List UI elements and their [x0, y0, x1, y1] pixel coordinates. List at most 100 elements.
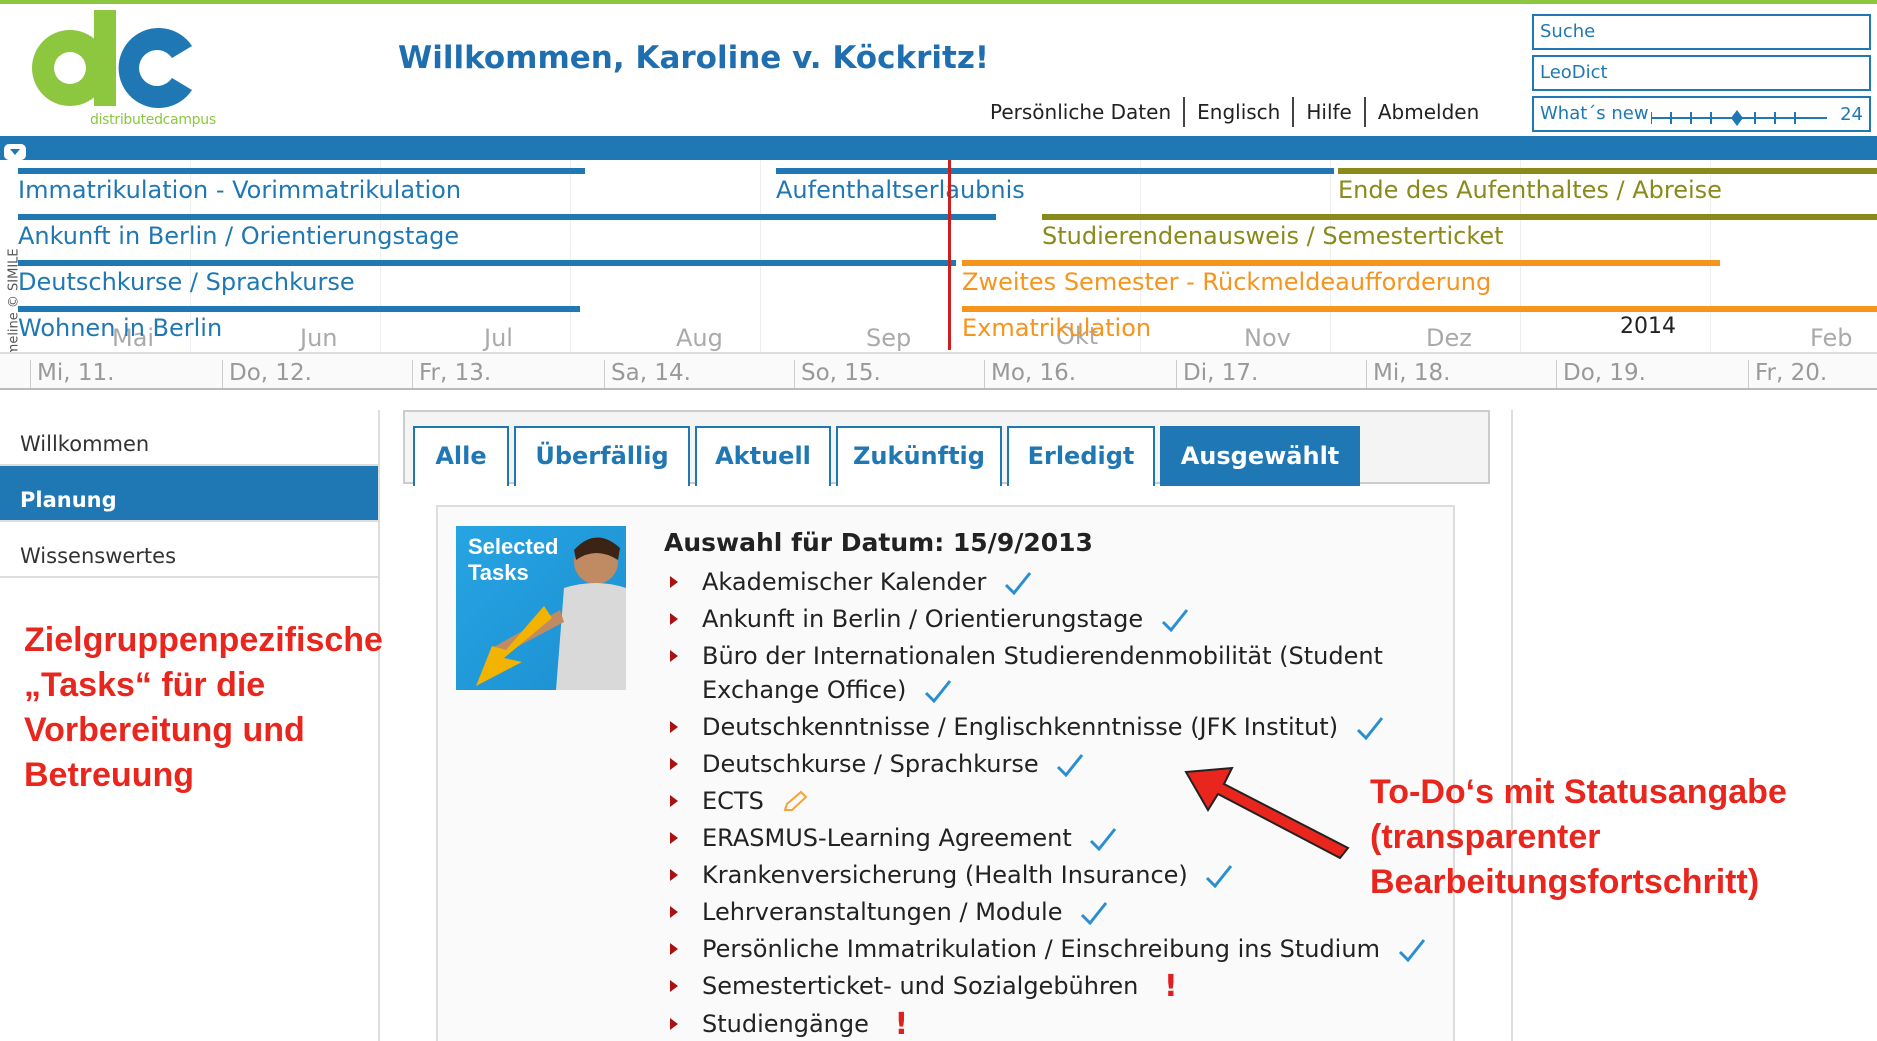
bullet-icon: [670, 613, 678, 625]
task-label: Studiengänge: [702, 1010, 869, 1038]
exclamation-icon: !: [894, 1007, 909, 1041]
annotation-line: (transparenter: [1370, 818, 1601, 856]
timeline-day: So, 15.: [794, 360, 881, 388]
tab-aktuell[interactable]: Aktuell: [695, 426, 831, 486]
annotation-line: To-Do‘s mit Statusangabe: [1370, 773, 1787, 811]
timeline-event[interactable]: Wohnen in Berlin: [18, 314, 222, 342]
whats-new-slider[interactable]: [1651, 108, 1827, 128]
timeline-day: Mi, 11.: [30, 360, 114, 388]
header-links: Persönliche Daten Englisch Hilfe Abmelde…: [990, 97, 1479, 127]
dc-logo-icon: [32, 10, 192, 109]
timeline-day: Do, 19.: [1556, 360, 1646, 388]
sidebar-item-planung[interactable]: Planung: [0, 466, 378, 522]
task-item[interactable]: Büro der Internationalen Studierendenmob…: [664, 639, 1444, 707]
sidebar-item-wissenswertes[interactable]: Wissenswertes: [0, 522, 378, 578]
timeline-year: 2014: [1620, 314, 1676, 339]
bullet-icon: [670, 906, 678, 918]
task-label-continued: Exchange Office): [702, 676, 907, 704]
timeline-topbar: [0, 136, 1877, 160]
task-tabs: Alle Überfällig Aktuell Zukünftig Erledi…: [403, 410, 1490, 486]
timeline-event[interactable]: Aufenthaltserlaubnis: [776, 176, 1025, 204]
image-text-line: Selected: [468, 534, 559, 559]
task-label: ECTS: [702, 787, 764, 815]
link-help[interactable]: Hilfe: [1306, 100, 1352, 127]
content-right-border: [1511, 410, 1513, 1041]
checkmark-icon: [1057, 754, 1084, 777]
tab-ausgewaehlt[interactable]: Ausgewählt: [1160, 426, 1360, 486]
task-item[interactable]: Akademischer Kalender: [664, 565, 1444, 599]
timeline-bar: [18, 214, 996, 220]
annotation-left: Zielgruppenpezifische „Tasks“ für die Vo…: [24, 618, 383, 798]
whats-new-count: 24: [1840, 104, 1863, 125]
link-logout[interactable]: Abmelden: [1378, 100, 1479, 127]
task-label: Ankunft in Berlin / Orientierungstage: [702, 605, 1144, 633]
timeline-gridline: [1330, 160, 1331, 355]
timeline-day: Fr, 20.: [1748, 360, 1827, 388]
search-input[interactable]: Suche: [1532, 14, 1871, 50]
link-english[interactable]: Englisch: [1197, 100, 1280, 127]
timeline-month: Aug: [676, 324, 723, 352]
timeline-event[interactable]: Studierendenausweis / Semesterticket: [1042, 222, 1504, 250]
task-item[interactable]: Krankenversicherung (Health Insurance): [664, 858, 1444, 892]
task-label: Akademischer Kalender: [702, 568, 987, 596]
image-text-line: Tasks: [468, 560, 529, 585]
annotation-line: Vorbereitung und: [24, 711, 305, 749]
timeline-event[interactable]: Ende des Aufenthaltes / Abreise: [1338, 176, 1722, 204]
task-label: Lehrveranstaltungen / Module: [702, 898, 1063, 926]
tab-ueberfaellig[interactable]: Überfällig: [514, 426, 690, 486]
timeline-collapse-icon[interactable]: [4, 144, 26, 160]
timeline-month: Feb: [1810, 324, 1853, 352]
timeline-event[interactable]: Immatrikulation - Vorimmatrikulation: [18, 176, 461, 204]
annotation-line: Zielgruppenpezifische: [24, 621, 383, 659]
bullet-icon: [670, 980, 678, 992]
task-label: ERASMUS-Learning Agreement: [702, 824, 1072, 852]
timeline-event[interactable]: Deutschkurse / Sprachkurse: [18, 268, 355, 296]
timeline-day: Fr, 13.: [412, 360, 491, 388]
timeline-day: Sa, 14.: [604, 360, 691, 388]
bullet-icon: [670, 869, 678, 881]
bullet-icon: [670, 943, 678, 955]
tab-zukuenftig[interactable]: Zukünftig: [836, 426, 1002, 486]
timeline-day-band[interactable]: Mi, 11. Do, 12. Fr, 13. Sa, 14. So, 15. …: [0, 352, 1877, 388]
timeline-bar: [18, 260, 956, 266]
bullet-icon: [670, 650, 678, 662]
task-item[interactable]: Lehrveranstaltungen / Module: [664, 895, 1444, 929]
task-label: Deutschkenntnisse / Englischkenntnisse (…: [702, 713, 1339, 741]
task-item[interactable]: Semesterticket- und Sozialgebühren !: [664, 969, 1444, 1004]
task-item[interactable]: Studiengänge !: [664, 1007, 1444, 1041]
timeline-bar: [18, 306, 580, 312]
task-item[interactable]: Ankunft in Berlin / Orientierungstage: [664, 602, 1444, 636]
whats-new-label: What´s new: [1540, 103, 1649, 124]
timeline-bar: [1042, 214, 1877, 220]
timeline-month: Nov: [1244, 324, 1291, 352]
task-item[interactable]: Deutschkenntnisse / Englischkenntnisse (…: [664, 710, 1444, 744]
pencil-icon: [784, 790, 808, 811]
distributed-campus-logo[interactable]: distributedcampus: [22, 6, 252, 136]
checkmark-icon: [1090, 828, 1117, 851]
link-personal-data[interactable]: Persönliche Daten: [990, 100, 1171, 127]
checkmark-icon: [1206, 865, 1233, 888]
bullet-icon: [670, 721, 678, 733]
timeline-bar: [1338, 168, 1877, 174]
task-label: Büro der Internationalen Studierendenmob…: [702, 642, 1383, 670]
timeline-gridline: [760, 160, 761, 355]
sidebar-item-willkommen[interactable]: Willkommen: [0, 410, 378, 466]
timeline-current-date-marker: [948, 160, 951, 350]
leodict-placeholder: LeoDict: [1540, 62, 1608, 83]
bullet-icon: [670, 576, 678, 588]
timeline-gridline: [570, 160, 571, 355]
task-item[interactable]: Persönliche Immatrikulation / Einschreib…: [664, 932, 1444, 966]
bullet-icon: [670, 1018, 678, 1030]
timeline-day: Mi, 18.: [1366, 360, 1450, 388]
task-label: Deutschkurse / Sprachkurse: [702, 750, 1039, 778]
timeline[interactable]: Timeline © SIMILE Mai Jun Jul Aug Sep Ok…: [0, 136, 1877, 390]
leodict-input[interactable]: LeoDict: [1532, 55, 1871, 91]
sidebar-nav: Willkommen Planung Wissenswertes: [0, 410, 378, 578]
timeline-bar: [776, 168, 1334, 174]
tab-erledigt[interactable]: Erledigt: [1007, 426, 1155, 486]
tab-alle[interactable]: Alle: [413, 426, 509, 486]
timeline-event[interactable]: Exmatrikulation: [962, 314, 1151, 342]
timeline-event[interactable]: Ankunft in Berlin / Orientierungstage: [18, 222, 459, 250]
timeline-event[interactable]: Zweites Semester - Rückmeldeaufforderung: [962, 268, 1491, 296]
timeline-day: Do, 12.: [222, 360, 312, 388]
